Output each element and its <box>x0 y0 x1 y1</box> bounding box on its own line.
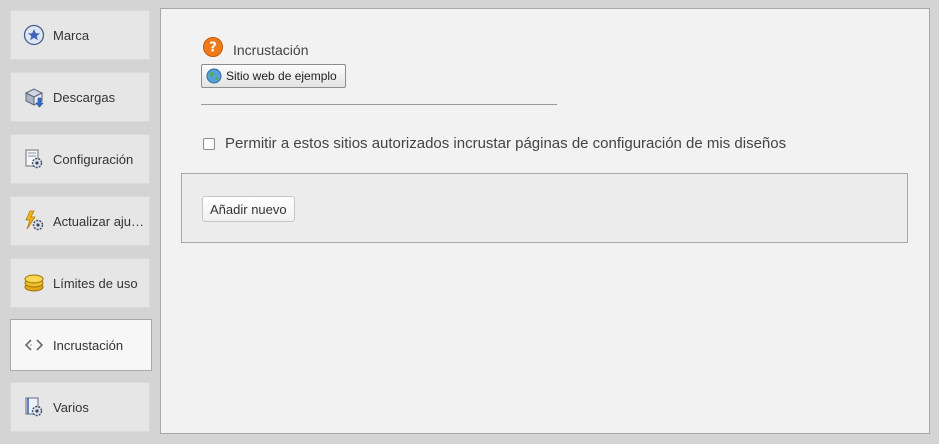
sidebar-item-descargas[interactable]: Descargas <box>10 72 150 122</box>
sidebar-item-limites[interactable]: Límites de uso <box>10 258 150 308</box>
section-title: Incrustación <box>233 41 309 58</box>
allow-embed-checkbox[interactable] <box>203 137 215 150</box>
coins-icon <box>23 272 45 294</box>
sidebar-item-label: Actualizar ajustes <box>53 213 145 229</box>
sidebar-item-label: Configuración <box>53 151 134 167</box>
svg-text:?: ? <box>209 41 217 56</box>
help-icon[interactable]: ? <box>203 37 223 62</box>
allow-embed-row: Permitir a estos sitios autorizados incr… <box>203 135 786 152</box>
sidebar-item-label: Marca <box>53 27 90 43</box>
star-badge-icon <box>23 24 45 46</box>
main-panel: ? Incrustación Sitio web de ejemplo Perm… <box>160 8 930 434</box>
sidebar-item-label: Límites de uso <box>53 275 138 291</box>
sidebar-item-label: Descargas <box>53 89 116 105</box>
update-settings-icon <box>23 210 45 232</box>
download-icon <box>23 86 45 108</box>
sidebar-item-actualizar[interactable]: Actualizar ajustes <box>10 196 150 246</box>
sidebar: Marca Descargas Configuración Actualizar… <box>0 0 160 444</box>
misc-settings-icon <box>23 396 45 418</box>
sidebar-item-marca[interactable]: Marca <box>10 10 150 60</box>
sidebar-item-label: Incrustación <box>53 337 124 353</box>
example-website-label: Sitio web de ejemplo <box>226 69 337 83</box>
section-header: ? Incrustación <box>203 37 308 62</box>
allow-embed-label: Permitir a estos sitios autorizados incr… <box>225 135 787 152</box>
globe-icon <box>206 68 222 84</box>
code-brackets-icon <box>23 334 45 356</box>
sidebar-item-varios[interactable]: Varios <box>10 382 150 432</box>
settings-page-icon <box>23 148 45 170</box>
sidebar-item-configuracion[interactable]: Configuración <box>10 134 150 184</box>
sidebar-item-label: Varios <box>53 399 89 415</box>
add-new-button[interactable]: Añadir nuevo <box>202 196 295 222</box>
sidebar-item-incrustacion[interactable]: Incrustación <box>10 319 152 371</box>
example-website-button[interactable]: Sitio web de ejemplo <box>201 64 346 88</box>
divider <box>201 104 557 105</box>
authorized-sites-list: Añadir nuevo <box>181 173 908 243</box>
